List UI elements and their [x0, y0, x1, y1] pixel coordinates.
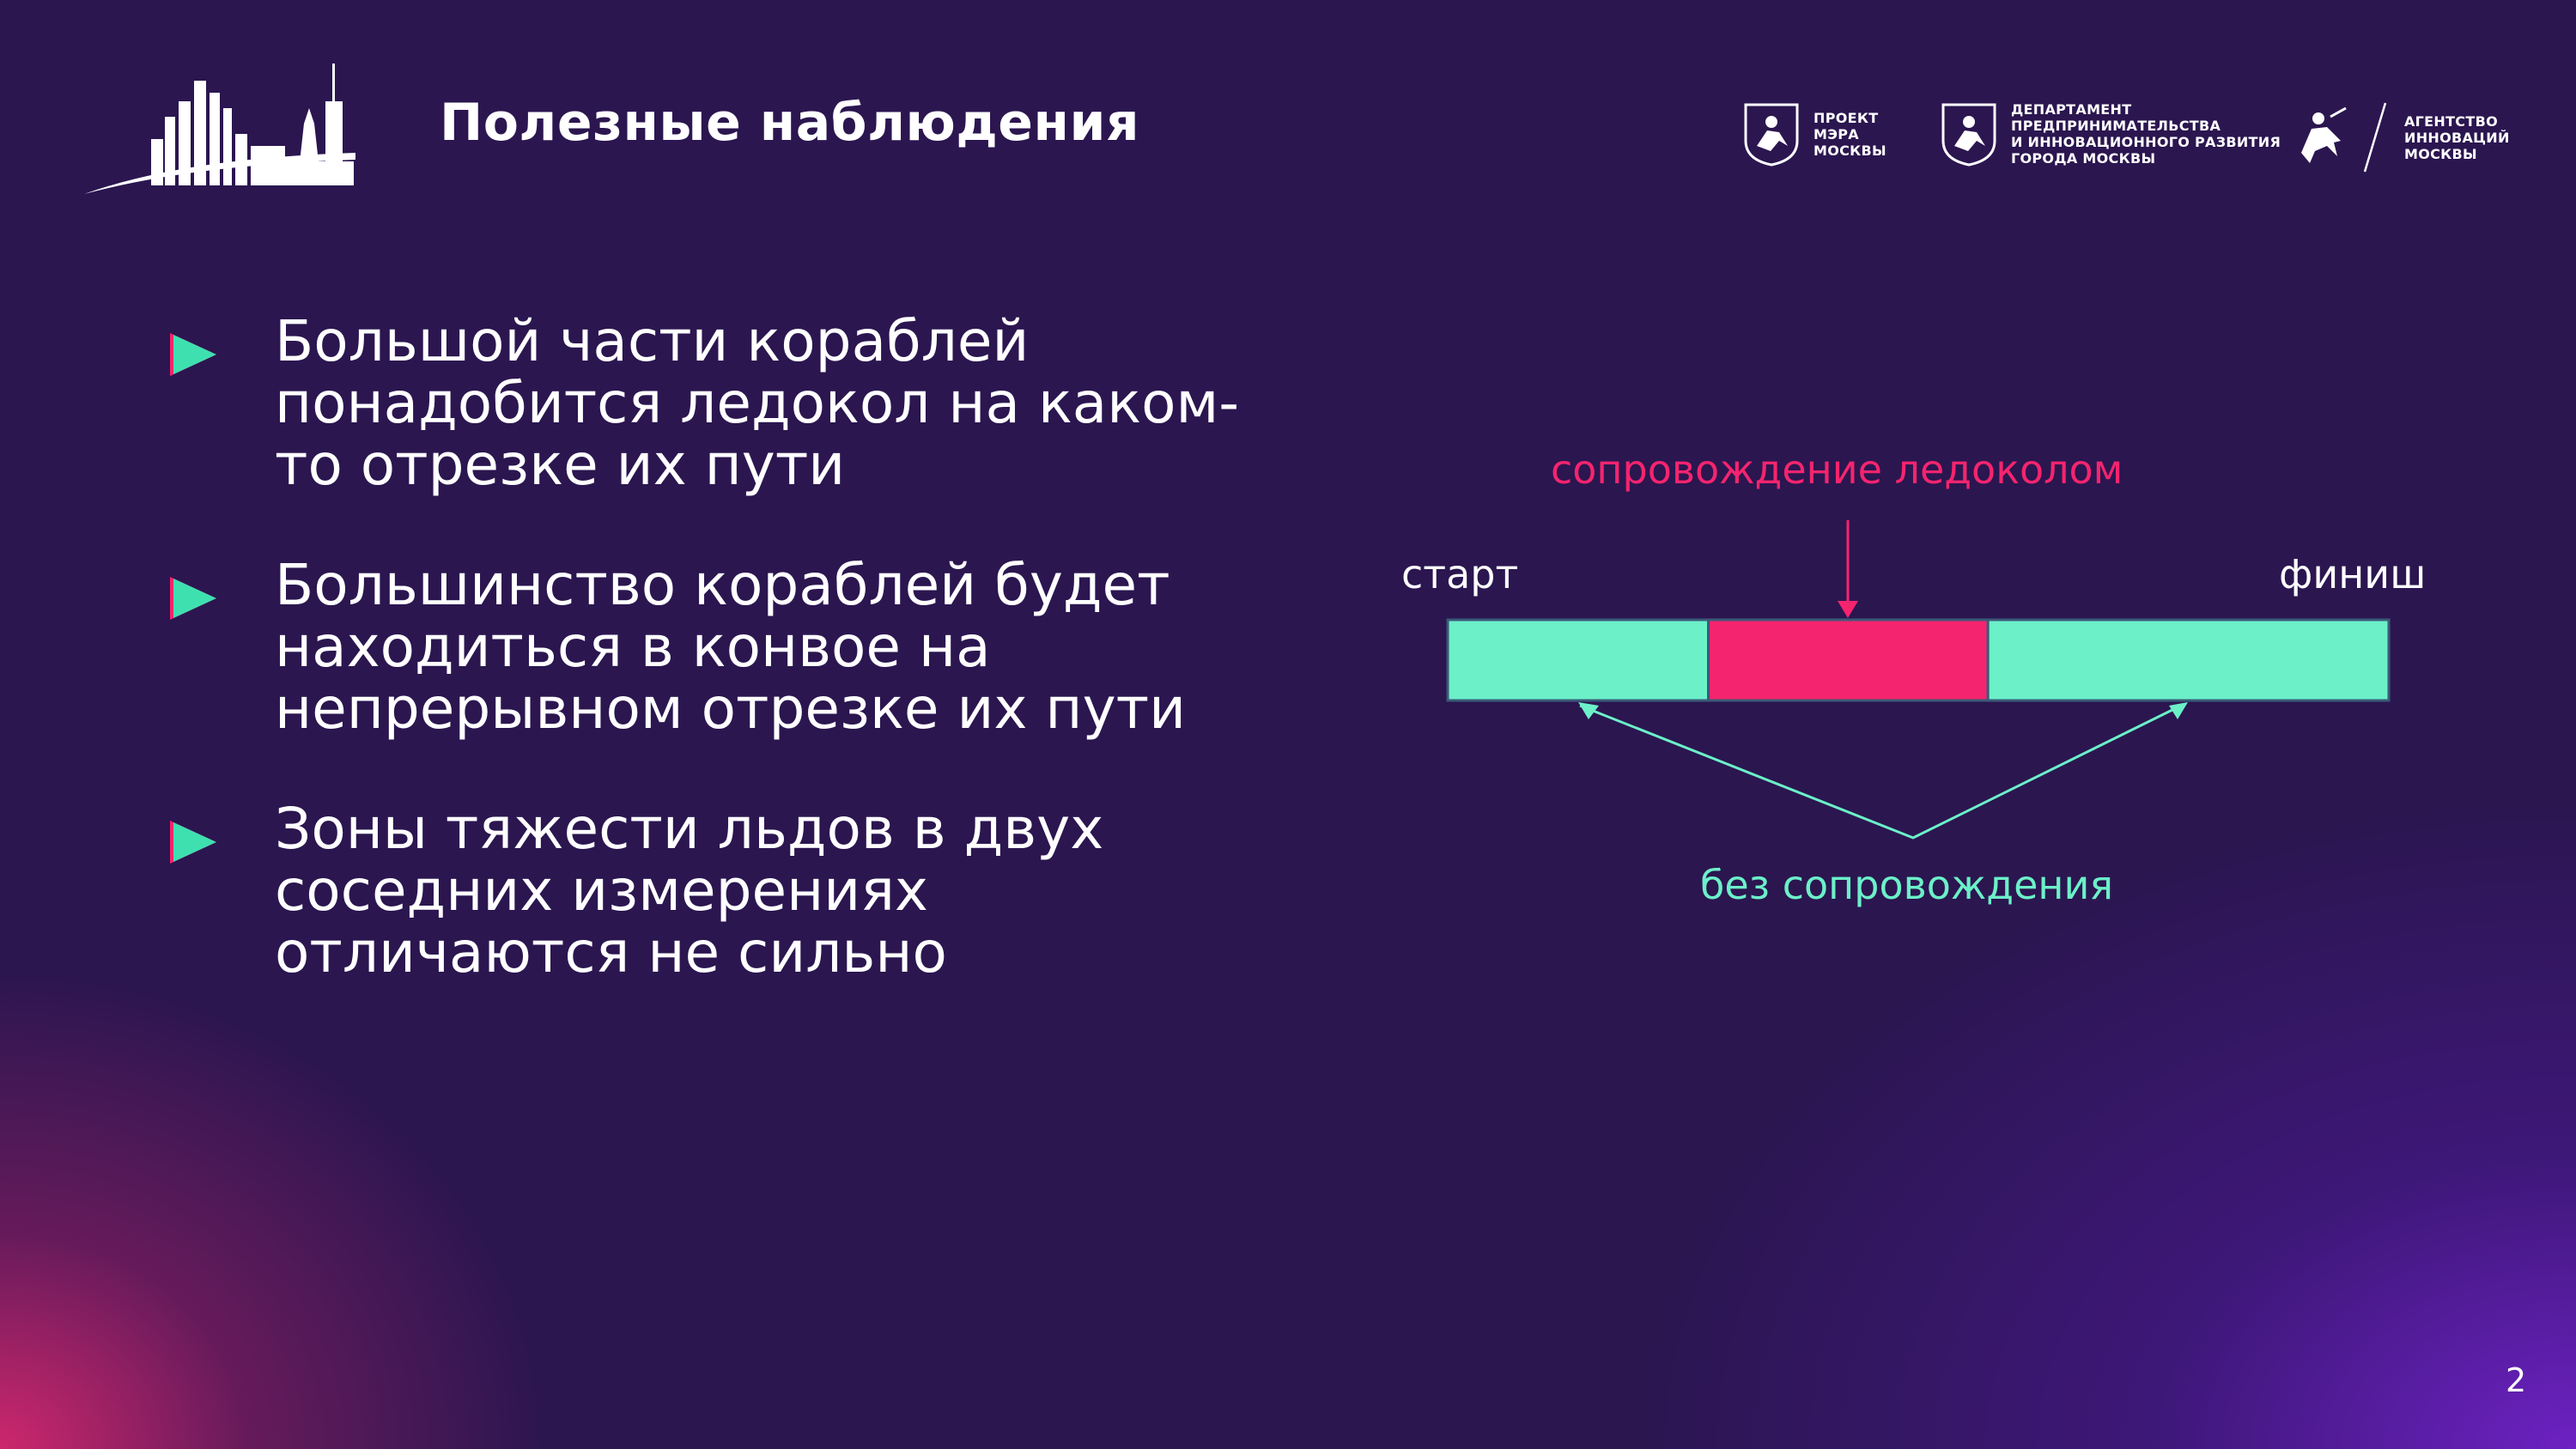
no-escort-label: без сопровождения [1700, 862, 2114, 908]
no-escort-segment [1986, 618, 2391, 702]
route-bar [1446, 618, 2391, 702]
escort-pointer-arrowhead [1838, 601, 1858, 618]
finish-label: финиш [2279, 551, 2427, 597]
escort-label: сопровождение ледоколом [1551, 446, 2123, 493]
escort-segment [1707, 618, 1990, 702]
no-escort-segment [1446, 618, 1710, 702]
start-label: старт [1401, 551, 1519, 597]
no-escort-connector [1579, 704, 2182, 840]
route-diagram [1446, 520, 2391, 840]
page-number: 2 [2506, 1361, 2527, 1399]
